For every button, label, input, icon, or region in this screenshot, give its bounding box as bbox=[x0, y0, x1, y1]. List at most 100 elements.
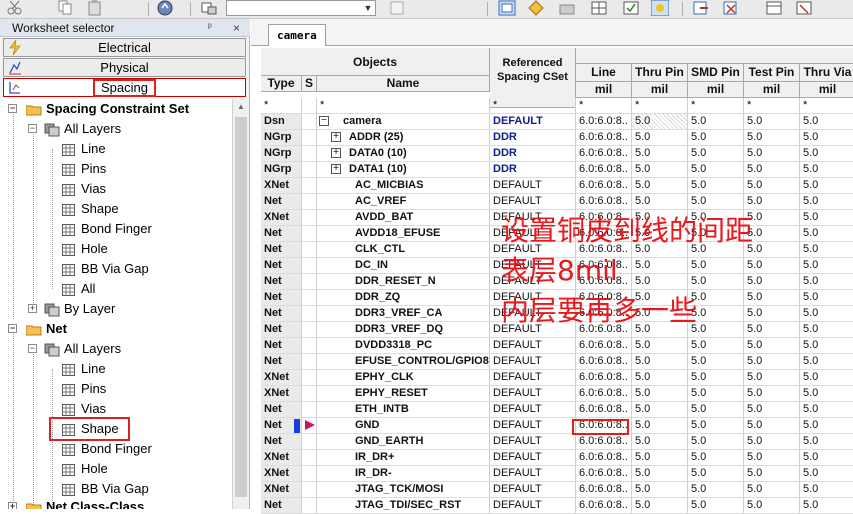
thru-via-cell[interactable]: 5.0 bbox=[800, 306, 853, 322]
thru-via-cell[interactable]: 5.0 bbox=[800, 418, 853, 434]
name-cell[interactable]: + DATA1 (10) bbox=[317, 162, 490, 178]
name-cell[interactable]: GND_EARTH bbox=[317, 434, 490, 450]
ref-cset-cell[interactable]: DEFAULT bbox=[490, 370, 576, 386]
s-cell[interactable] bbox=[302, 194, 317, 210]
smd-pin-cell[interactable]: 5.0 bbox=[688, 146, 744, 162]
smd-pin-cell[interactable]: 5.0 bbox=[688, 162, 744, 178]
thru-via-header[interactable]: Thru Via bbox=[800, 64, 853, 82]
test-pin-cell[interactable]: 5.0 bbox=[744, 434, 800, 450]
smd-pin-cell[interactable]: 5.0 bbox=[688, 226, 744, 242]
type-cell[interactable]: XNet bbox=[261, 466, 302, 482]
undo-icon[interactable] bbox=[156, 0, 174, 16]
ref-cset-cell[interactable]: DEFAULT bbox=[490, 194, 576, 210]
expand-icon[interactable]: + bbox=[331, 148, 341, 159]
name-cell[interactable]: EPHY_CLK bbox=[317, 370, 490, 386]
filter-cell[interactable]: * bbox=[632, 98, 688, 114]
type-cell[interactable]: XNet bbox=[261, 482, 302, 498]
type-cell[interactable]: NGrp bbox=[261, 146, 302, 162]
ref-cset-cell[interactable]: DEFAULT bbox=[490, 498, 576, 514]
thru-via-cell[interactable]: 5.0 bbox=[800, 258, 853, 274]
line-cell[interactable]: 6.0:6.0:8.. bbox=[576, 274, 632, 290]
ref-cset-cell[interactable]: DEFAULT bbox=[490, 338, 576, 354]
ref-cset-cell[interactable]: DEFAULT bbox=[490, 402, 576, 418]
line-cell[interactable]: 6.0:6.0:8.. bbox=[576, 338, 632, 354]
smd-pin-cell[interactable]: 5.0 bbox=[688, 274, 744, 290]
test-pin-cell[interactable]: 5.0 bbox=[744, 498, 800, 514]
cut-icon[interactable] bbox=[6, 0, 24, 16]
ref-cset-cell[interactable]: DEFAULT bbox=[490, 354, 576, 370]
s-cell[interactable] bbox=[302, 322, 317, 338]
tree-item-all[interactable]: All bbox=[62, 279, 95, 299]
tree-item-bond-finger[interactable]: Bond Finger bbox=[62, 219, 152, 239]
type-cell[interactable]: Net bbox=[261, 322, 302, 338]
collapse-icon[interactable]: − bbox=[8, 324, 17, 333]
scroll-up-icon[interactable]: ▲ bbox=[233, 99, 249, 115]
type-cell[interactable]: Net bbox=[261, 306, 302, 322]
thru-via-cell[interactable]: 5.0 bbox=[800, 114, 853, 130]
smd-pin-cell[interactable]: 5.0 bbox=[688, 338, 744, 354]
test-pin-cell[interactable]: 5.0 bbox=[744, 194, 800, 210]
electrical-button[interactable]: Electrical bbox=[3, 38, 246, 57]
thru-via-cell[interactable]: 5.0 bbox=[800, 338, 853, 354]
thru-pin-cell[interactable]: 5.0 bbox=[632, 338, 688, 354]
name-cell[interactable]: IR_DR- bbox=[317, 466, 490, 482]
test-pin-cell[interactable]: 5.0 bbox=[744, 178, 800, 194]
test-pin-cell[interactable]: 5.0 bbox=[744, 210, 800, 226]
thru-pin-cell[interactable]: 5.0 bbox=[632, 370, 688, 386]
name-cell[interactable]: DDR_ZQ bbox=[317, 290, 490, 306]
test-pin-header[interactable]: Test Pin bbox=[744, 64, 800, 82]
name-cell[interactable]: DDR3_VREF_DQ bbox=[317, 322, 490, 338]
ref-cset-cell[interactable]: DEFAULT bbox=[490, 418, 576, 434]
tree-item-net-line[interactable]: Line bbox=[62, 359, 106, 379]
ref-cset-cell[interactable]: DEFAULT bbox=[490, 210, 576, 226]
thru-via-cell[interactable]: 5.0 bbox=[800, 450, 853, 466]
line-cell[interactable]: 6.0:6.0:8.. bbox=[576, 210, 632, 226]
line-cell[interactable]: 6.0:6.0:8.. bbox=[576, 130, 632, 146]
name-cell[interactable]: DC_IN bbox=[317, 258, 490, 274]
smd-pin-cell[interactable]: 5.0 bbox=[688, 194, 744, 210]
test-pin-cell[interactable]: 5.0 bbox=[744, 370, 800, 386]
thru-via-cell[interactable]: 5.0 bbox=[800, 370, 853, 386]
s-cell[interactable] bbox=[302, 418, 317, 434]
tree-item-bb-via-gap[interactable]: BB Via Gap bbox=[62, 259, 149, 279]
smd-pin-cell[interactable]: 5.0 bbox=[688, 402, 744, 418]
s-cell[interactable] bbox=[302, 354, 317, 370]
filter-cell[interactable]: * bbox=[317, 98, 490, 114]
check-grid-icon[interactable] bbox=[622, 0, 640, 16]
s-cell[interactable] bbox=[302, 226, 317, 242]
collapse-icon[interactable]: − bbox=[28, 344, 37, 353]
scrollbar-thumb[interactable] bbox=[235, 117, 247, 497]
type-cell[interactable]: Net bbox=[261, 194, 302, 210]
s-cell[interactable] bbox=[302, 146, 317, 162]
line-cell[interactable]: 6.0:6.0:8.. bbox=[576, 418, 632, 434]
name-cell[interactable]: AVDD18_EFUSE bbox=[317, 226, 490, 242]
smd-pin-cell[interactable]: 5.0 bbox=[688, 114, 744, 130]
ref-cset-cell[interactable]: DEFAULT bbox=[490, 450, 576, 466]
line-cell[interactable]: 6.0:6.0:8.. bbox=[576, 194, 632, 210]
thru-via-cell[interactable]: 5.0 bbox=[800, 242, 853, 258]
thru-pin-cell[interactable]: 5.0 bbox=[632, 130, 688, 146]
ref-cset-cell[interactable]: DEFAULT bbox=[490, 434, 576, 450]
expand-icon[interactable]: + bbox=[331, 132, 341, 143]
close-icon[interactable]: × bbox=[233, 19, 240, 37]
tree-item-shape[interactable]: Shape bbox=[62, 199, 119, 219]
line-cell[interactable]: 6.0:6.0:8.. bbox=[576, 242, 632, 258]
filter-cell[interactable]: * bbox=[261, 98, 302, 114]
s-cell[interactable] bbox=[302, 434, 317, 450]
thru-pin-cell[interactable]: 5.0 bbox=[632, 466, 688, 482]
line-cell[interactable]: 6.0:6.0:8.. bbox=[576, 466, 632, 482]
ref-cset-cell[interactable]: DDR bbox=[490, 146, 576, 162]
thru-pin-cell[interactable]: 5.0 bbox=[632, 402, 688, 418]
name-cell[interactable]: ETH_INTB bbox=[317, 402, 490, 418]
type-cell[interactable]: XNet bbox=[261, 210, 302, 226]
s-cell[interactable] bbox=[302, 402, 317, 418]
test-pin-cell[interactable]: 5.0 bbox=[744, 306, 800, 322]
tree-item-line[interactable]: Line bbox=[62, 139, 106, 159]
thru-via-cell[interactable]: 5.0 bbox=[800, 274, 853, 290]
s-cell[interactable] bbox=[302, 242, 317, 258]
ref-cset-cell[interactable]: DEFAULT bbox=[490, 226, 576, 242]
thru-pin-cell[interactable]: 5.0 bbox=[632, 258, 688, 274]
expand-icon[interactable]: + bbox=[331, 164, 341, 175]
smd-pin-cell[interactable]: 5.0 bbox=[688, 450, 744, 466]
test-pin-cell[interactable]: 5.0 bbox=[744, 466, 800, 482]
